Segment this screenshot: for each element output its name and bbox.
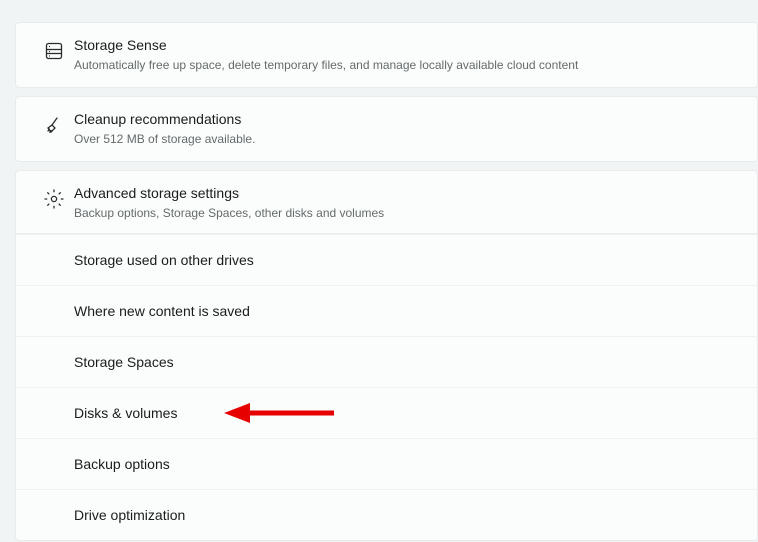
sub-item-label: Storage Spaces [74, 354, 739, 370]
advanced-storage-header[interactable]: Advanced storage settings Backup options… [16, 171, 757, 234]
sub-item-label: Disks & volumes [74, 405, 739, 421]
sub-item-storage-other-drives[interactable]: Storage used on other drives [16, 234, 757, 285]
card-subtitle: Over 512 MB of storage available. [74, 131, 739, 147]
card-title: Cleanup recommendations [74, 109, 739, 129]
disk-icon [34, 35, 74, 61]
sub-item-drive-optimization[interactable]: Drive optimization [16, 489, 757, 540]
card-subtitle: Backup options, Storage Spaces, other di… [74, 205, 739, 221]
storage-sense-card[interactable]: Storage Sense Automatically free up spac… [15, 22, 758, 88]
cleanup-card[interactable]: Cleanup recommendations Over 512 MB of s… [15, 96, 758, 162]
sub-item-label: Backup options [74, 456, 739, 472]
card-subtitle: Automatically free up space, delete temp… [74, 57, 739, 73]
gear-icon [34, 183, 74, 209]
sub-item-label: Drive optimization [74, 507, 739, 523]
broom-icon [34, 109, 74, 135]
sub-item-disks-volumes[interactable]: Disks & volumes [16, 387, 757, 438]
card-title: Storage Sense [74, 35, 739, 55]
sub-item-label: Where new content is saved [74, 303, 739, 319]
sub-item-storage-spaces[interactable]: Storage Spaces [16, 336, 757, 387]
sub-item-backup-options[interactable]: Backup options [16, 438, 757, 489]
sub-item-label: Storage used on other drives [74, 252, 739, 268]
card-title: Advanced storage settings [74, 183, 739, 203]
sub-item-new-content-saved[interactable]: Where new content is saved [16, 285, 757, 336]
advanced-storage-card: Advanced storage settings Backup options… [15, 170, 758, 541]
